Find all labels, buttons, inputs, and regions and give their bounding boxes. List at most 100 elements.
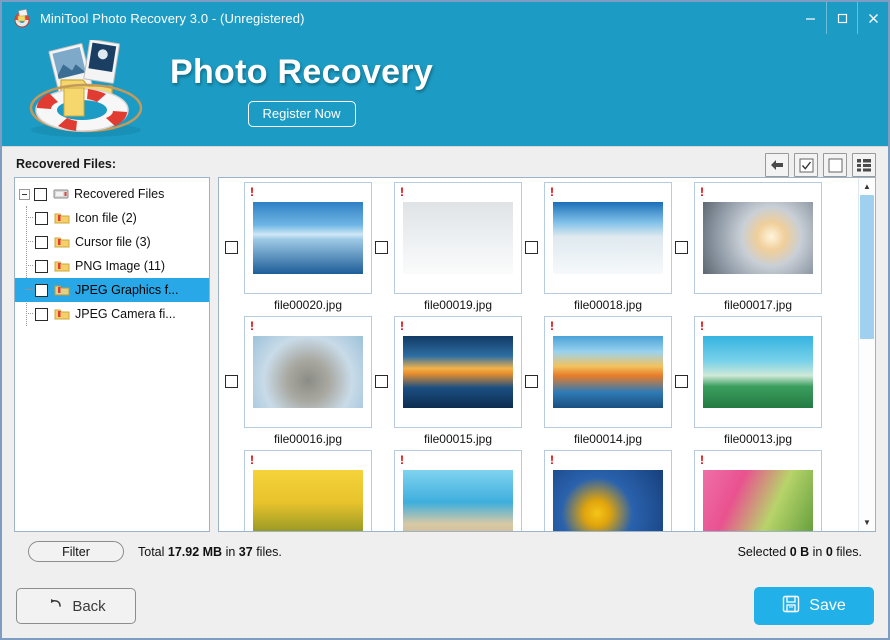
warning-icon: ! (250, 185, 254, 199)
scroll-down-button[interactable]: ▼ (859, 514, 875, 531)
thumbnail-checkbox[interactable] (375, 374, 388, 388)
filter-button[interactable]: Filter (28, 541, 124, 562)
tree-item-checkbox[interactable] (35, 235, 48, 249)
thumbnail-row: ! file00020.jpg ! file00019.jpg ! file00… (225, 182, 858, 316)
thumbnail-image (403, 202, 513, 274)
thumbnail-image (253, 470, 363, 531)
thumbnail-card[interactable]: ! (544, 182, 672, 294)
thumbnail-checkbox[interactable] (525, 240, 538, 254)
thumbnail-card[interactable]: ! (694, 182, 822, 294)
warning-icon: ! (400, 185, 404, 199)
thumbnail-filename: file00015.jpg (423, 432, 493, 446)
folder-icon (54, 259, 70, 273)
thumbnail-item: ! file00020.jpg (225, 182, 375, 312)
thumbnail-checkbox[interactable] (375, 240, 388, 254)
thumbnail-box: ! file00013.jpg (694, 316, 822, 446)
selected-prefix: Selected (737, 544, 787, 559)
thumbnail-item: ! file00015.jpg (375, 316, 525, 446)
thumbnail-box: ! (544, 450, 672, 531)
back-arrow-button[interactable] (765, 153, 789, 177)
thumbnail-card[interactable]: ! (244, 450, 372, 531)
thumbnail-item: ! (675, 450, 825, 531)
save-button-label: Save (809, 597, 846, 614)
thumbnail-filename: file00019.jpg (423, 298, 493, 312)
tree-root-label: Recovered Files (74, 187, 165, 201)
thumbnail-checkbox[interactable] (675, 374, 688, 388)
thumbnail-box: ! (694, 450, 822, 531)
folder-icon (54, 211, 70, 225)
collapse-toggle-icon[interactable] (19, 188, 30, 200)
thumbnail-checkbox[interactable] (675, 240, 688, 254)
thumbnail-card[interactable]: ! (694, 450, 822, 531)
thumbnail-card[interactable]: ! (244, 182, 372, 294)
thumbnail-box: ! file00015.jpg (394, 316, 522, 446)
back-button[interactable]: Back (16, 588, 136, 624)
maximize-button[interactable] (826, 2, 857, 34)
minimize-button[interactable] (795, 2, 826, 34)
scrollbar-thumb[interactable] (860, 195, 874, 339)
list-view-button[interactable] (852, 153, 876, 177)
thumbnail-card[interactable]: ! (394, 450, 522, 531)
tree-root-checkbox[interactable] (34, 187, 47, 201)
thumbnail-filename: file00014.jpg (573, 432, 643, 446)
thumbnail-item: ! file00019.jpg (375, 182, 525, 312)
tree-item-jpeg-camera[interactable]: JPEG Camera fi... (15, 302, 209, 326)
close-button[interactable] (857, 2, 888, 34)
app-banner: Photo Recovery Register Now (2, 34, 888, 147)
thumbnail-item: ! (375, 450, 525, 531)
register-now-button[interactable]: Register Now (247, 101, 356, 127)
thumbnail-card[interactable]: ! (544, 450, 672, 531)
vertical-scrollbar[interactable]: ▲ ▼ (858, 178, 875, 531)
floppy-disk-icon (782, 595, 800, 618)
total-mid: in (225, 544, 236, 559)
thumbnail-item: ! file00016.jpg (225, 316, 375, 446)
thumbnail-card[interactable]: ! (544, 316, 672, 428)
file-type-tree: Recovered Files Icon file (2) Cursor fil… (14, 177, 210, 532)
thumbnail-image (553, 470, 663, 531)
thumbnail-filename: file00020.jpg (273, 298, 343, 312)
window-controls (795, 2, 888, 34)
scrollbar-track[interactable] (860, 195, 874, 514)
thumbnail-image (253, 336, 363, 408)
tree-item-checkbox[interactable] (35, 211, 48, 225)
tree-item-jpeg-graphics[interactable]: JPEG Graphics f... (15, 278, 209, 302)
thumbnail-image (553, 202, 663, 274)
warning-icon: ! (700, 185, 704, 199)
thumbnail-box: ! file00020.jpg (244, 182, 372, 312)
thumbnail-row: ! ! ! ! (225, 450, 858, 531)
thumbnail-box: ! file00018.jpg (544, 182, 672, 312)
tree-item-checkbox[interactable] (35, 283, 48, 297)
tree-item-icon-file[interactable]: Icon file (2) (15, 206, 209, 230)
tree-item-png-image[interactable]: PNG Image (11) (15, 254, 209, 278)
panels-row: Recovered Files Icon file (2) Cursor fil… (14, 177, 876, 532)
footer-bar: Back Save (2, 574, 888, 638)
thumbnail-image (703, 470, 813, 531)
folder-icon (54, 283, 70, 297)
deselect-all-button[interactable] (823, 153, 847, 177)
warning-icon: ! (250, 453, 254, 467)
thumbnail-checkbox[interactable] (225, 374, 238, 388)
tree-item-checkbox[interactable] (35, 259, 48, 273)
scroll-up-button[interactable]: ▲ (859, 178, 875, 195)
thumbnail-item: ! (225, 450, 375, 531)
thumbnail-item: ! file00013.jpg (675, 316, 825, 446)
thumbnail-card[interactable]: ! (394, 182, 522, 294)
warning-icon: ! (550, 453, 554, 467)
tree-item-cursor-file[interactable]: Cursor file (3) (15, 230, 209, 254)
thumbnail-box: ! (394, 450, 522, 531)
thumbnail-card[interactable]: ! (694, 316, 822, 428)
warning-icon: ! (550, 319, 554, 333)
thumbnail-filename: file00018.jpg (573, 298, 643, 312)
thumbnail-checkbox[interactable] (525, 374, 538, 388)
thumbnail-card[interactable]: ! (244, 316, 372, 428)
tree-root-row[interactable]: Recovered Files (15, 182, 209, 206)
tree-item-checkbox[interactable] (35, 307, 48, 321)
folder-icon (54, 235, 70, 249)
thumbnail-checkbox[interactable] (225, 240, 238, 254)
select-all-button[interactable] (794, 153, 818, 177)
thumbnail-grid-panel: ! file00020.jpg ! file00019.jpg ! file00… (218, 177, 876, 532)
selected-count: 0 (825, 544, 833, 559)
thumbnail-card[interactable]: ! (394, 316, 522, 428)
save-button[interactable]: Save (754, 587, 874, 625)
lifebuoy-photos-logo (14, 38, 164, 140)
